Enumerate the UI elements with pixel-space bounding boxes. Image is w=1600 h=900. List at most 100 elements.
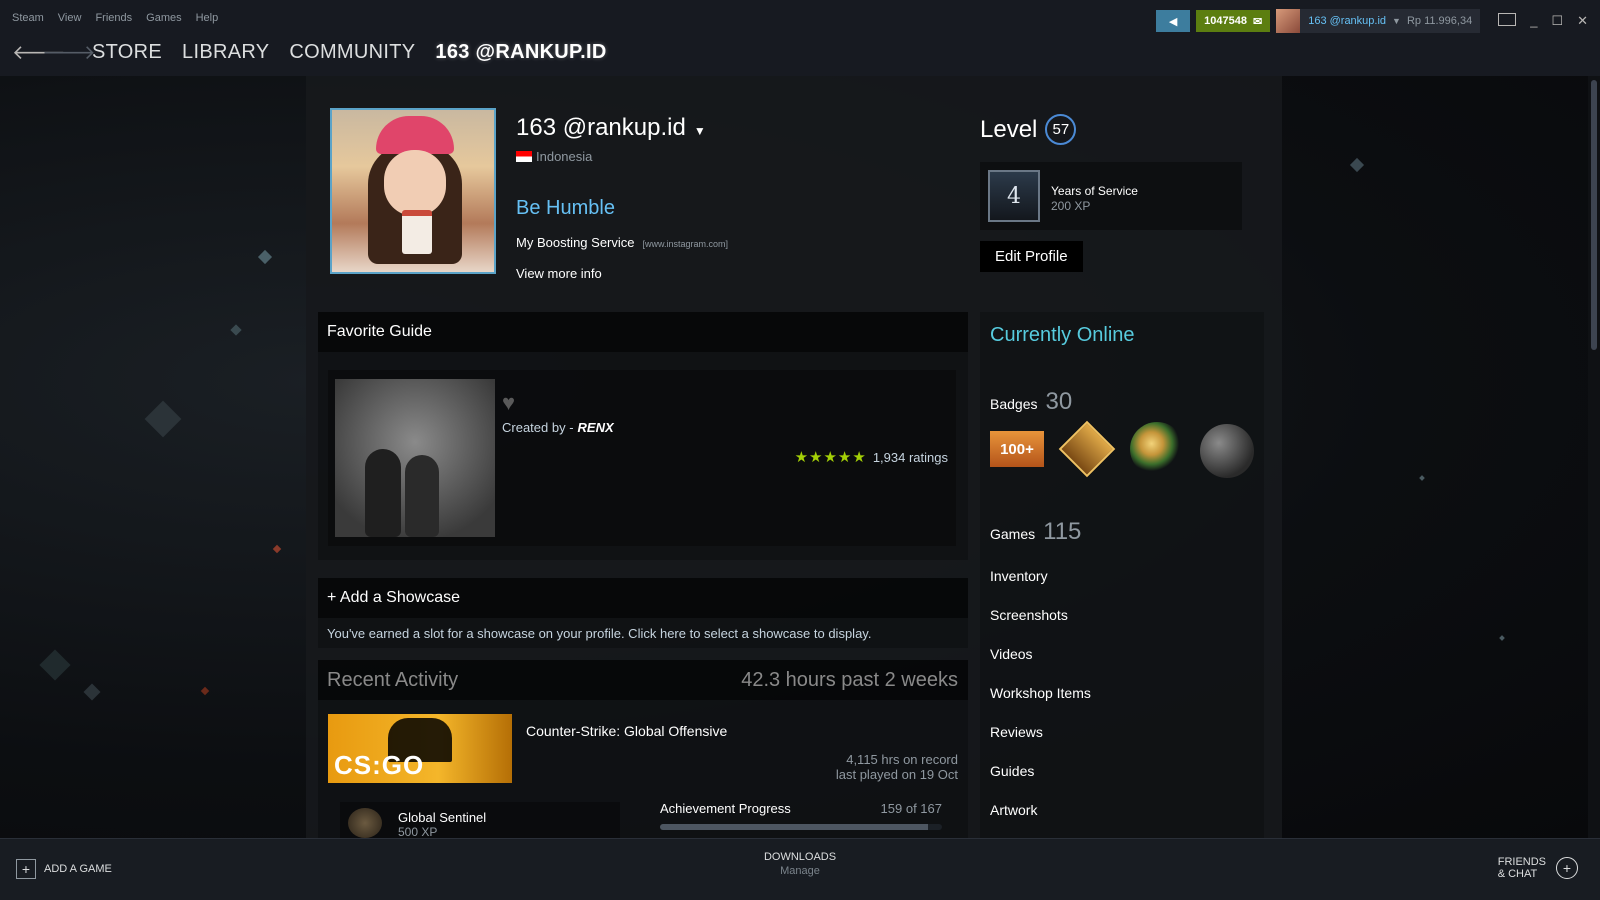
badge-trumpet-icon[interactable] [1130, 422, 1184, 476]
yos-title: Years of Service [1051, 184, 1138, 198]
sentinel-badge-icon [348, 808, 382, 838]
close-icon[interactable]: ✕ [1577, 13, 1588, 29]
favorite-guide-header: Favorite Guide [318, 312, 968, 352]
guide-rating: ★★★★★ 1,934 ratings [795, 448, 948, 466]
add-showcase-header[interactable]: + Add a Showcase [318, 578, 968, 618]
tab-library[interactable]: LIBRARY [182, 41, 269, 64]
link-guides[interactable]: Guides [990, 763, 1091, 802]
background-star [200, 686, 210, 696]
profile-avatar[interactable] [330, 108, 496, 274]
big-picture-icon[interactable] [1498, 13, 1517, 26]
achievement-label: Achievement Progress [660, 801, 791, 816]
game-hours: 4,115 hrs on record last played on 19 Oc… [836, 752, 958, 782]
background-star [230, 324, 242, 336]
add-showcase-text[interactable]: You've earned a slot for a showcase on y… [318, 618, 968, 641]
ratings-count: 1,934 ratings [872, 449, 948, 465]
background-star [257, 249, 273, 265]
tab-community[interactable]: COMMUNITY [289, 41, 415, 64]
background-star [144, 400, 182, 438]
badges-link[interactable]: Badges 30 [990, 388, 1072, 416]
achievement-count: 159 of 167 [880, 801, 942, 816]
badge-diamond-icon[interactable] [1058, 420, 1116, 478]
view-more-info-link[interactable]: View more info [516, 266, 602, 281]
add-showcase-panel[interactable]: + Add a Showcase You've earned a slot fo… [318, 578, 968, 648]
notifications-button[interactable]: 1047548 ✉ [1196, 10, 1271, 32]
heart-icon[interactable]: ♥ [502, 390, 515, 416]
menu-help[interactable]: Help [196, 12, 219, 24]
guide-card[interactable]: ♥ Created by - RENX ★★★★★ 1,934 ratings [328, 370, 956, 546]
years-of-service-badge[interactable]: 4 Years of Service 200 XP [980, 162, 1242, 230]
badges-count: 30 [1045, 388, 1073, 415]
summary-link[interactable]: [www.instagram.com] [643, 239, 729, 249]
menu-view[interactable]: View [58, 12, 82, 24]
edit-profile-button[interactable]: Edit Profile [980, 241, 1083, 272]
link-reviews[interactable]: Reviews [990, 724, 1091, 763]
games-count: 115 [1043, 518, 1082, 545]
badge-100-icon[interactable]: 100+ [990, 431, 1044, 467]
downloads-button[interactable]: DOWNLOADS Manage [0, 851, 1600, 877]
profile-panel: 163 @rankup.id ▼ Indonesia Be Humble My B… [306, 76, 1282, 841]
main-nav: 🡐 🡒 STORE LIBRARY COMMUNITY 163 @RANKUP.… [12, 40, 607, 65]
wallet-balance: Rp 11.996,34 [1406, 15, 1473, 27]
link-workshop-items[interactable]: Workshop Items [990, 685, 1091, 724]
minimize-icon[interactable]: _ [1530, 13, 1537, 29]
forward-arrow-icon[interactable]: 🡒 [42, 40, 96, 65]
profile-name[interactable]: 163 @rankup.id ▼ [516, 114, 706, 142]
friends-chat-label: FRIENDS & CHAT [1498, 856, 1546, 880]
level-badge[interactable]: 57 [1045, 114, 1077, 145]
maximize-icon[interactable]: ☐ [1551, 13, 1563, 29]
friends-chat-button[interactable]: FRIENDS & CHAT + [1498, 856, 1578, 880]
profile-level: Level 57 [980, 114, 1077, 145]
game-capsule[interactable]: CS:GO [328, 714, 512, 783]
yos-xp: 200 XP [1051, 199, 1091, 213]
indonesia-flag-icon [516, 151, 532, 162]
game-name[interactable]: Counter-Strike: Global Offensive [526, 723, 727, 739]
recent-activity: Recent Activity 42.3 hours past 2 weeks … [318, 660, 968, 839]
guide-thumbnail[interactable] [335, 379, 495, 537]
background-star [39, 649, 71, 681]
add-friend-icon: + [1556, 857, 1578, 879]
online-status: Currently Online [990, 324, 1135, 346]
menu-friends[interactable]: Friends [95, 12, 132, 24]
link-screenshots[interactable]: Screenshots [990, 607, 1091, 646]
game-logo: CS:GO [334, 750, 425, 780]
favorite-guide-showcase: Favorite Guide ♥ Created by - RENX ★★★★★ … [318, 312, 968, 560]
games-link[interactable]: Games 115 [990, 518, 1081, 546]
link-artwork[interactable]: Artwork [990, 802, 1091, 841]
downloads-label: DOWNLOADS [763, 851, 837, 863]
avatar-face [384, 150, 446, 216]
years-of-service-icon: 4 [988, 170, 1040, 222]
thumb-figure [365, 449, 401, 537]
last-played: last played on 19 Oct [835, 767, 958, 782]
guide-author-line: Created by - RENX [502, 420, 614, 435]
link-inventory[interactable]: Inventory [990, 568, 1091, 607]
avatar-cap [376, 116, 454, 154]
rating-stars-icon: ★★★★★ [794, 449, 867, 466]
scrollbar-thumb[interactable] [1591, 80, 1597, 350]
game-badge[interactable]: Global Sentinel 500 XP [340, 802, 620, 839]
recent-activity-header: Recent Activity 42.3 hours past 2 weeks [318, 660, 968, 700]
account-menu[interactable]: 163 @rankup.id ▼ Rp 11.996,34 [1276, 9, 1481, 33]
game-badge-xp: 500 XP [398, 825, 438, 839]
downloads-manage: Manage [780, 865, 820, 877]
achievement-progress[interactable]: Achievement Progress 159 of 167 [660, 801, 942, 830]
friends-label: FRIENDS [1497, 856, 1546, 868]
page-scrollbar[interactable] [1588, 76, 1600, 838]
menu-steam[interactable]: Steam [12, 12, 44, 24]
background-star [272, 544, 282, 554]
chevron-down-icon[interactable]: ▼ [694, 124, 706, 138]
account-name: 163 @rankup.id [1308, 15, 1387, 27]
back-arrow-icon[interactable]: 🡐 [12, 40, 66, 65]
background-star [1499, 635, 1505, 641]
guide-author[interactable]: RENX [578, 420, 614, 435]
tab-store[interactable]: STORE [92, 41, 162, 64]
top-right-controls: ◀ 1047548 ✉ 163 @rankup.id ▼ Rp 11.996,3… [1156, 9, 1588, 33]
link-videos[interactable]: Videos [990, 646, 1091, 685]
badges-label: Badges [990, 396, 1038, 412]
badge-ornament-icon[interactable] [1200, 424, 1254, 478]
game-badge-name: Global Sentinel [398, 810, 487, 825]
announcement-icon[interactable]: ◀ [1156, 10, 1191, 32]
tab-profile[interactable]: 163 @RANKUP.ID [435, 41, 606, 64]
menu-games[interactable]: Games [146, 12, 181, 24]
badge-row: 100+ [990, 420, 1254, 478]
